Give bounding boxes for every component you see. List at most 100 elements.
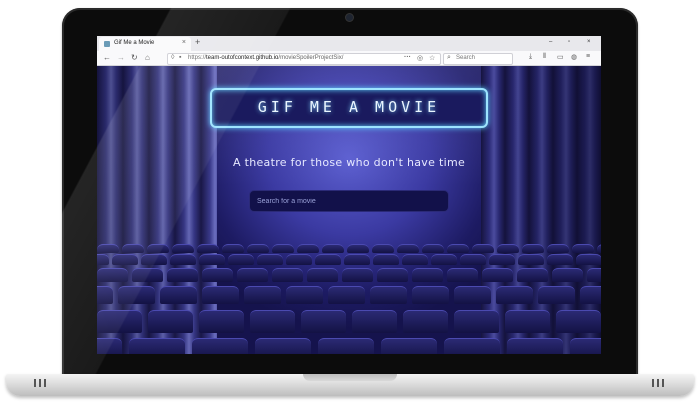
seat [140,254,167,265]
seat [227,254,254,265]
forward-icon[interactable]: → [117,53,125,62]
screen: Gif Me a Movie × + – ▫ × ← → ↻ ⌂ ◊ ▪ htt… [97,36,601,354]
shield-icon: ◊ [171,54,175,61]
bookmark-star-icon[interactable]: ☆ [429,54,435,62]
seat [122,244,144,253]
tab-close-icon[interactable]: × [182,39,186,46]
tab-bar: Gif Me a Movie × + – ▫ × [97,36,601,51]
search-icon: ⌕ [447,54,451,61]
seat [244,286,281,304]
url-text: https://team-outofcontext.github.io/movi… [188,55,344,61]
seat [412,268,443,282]
tagline: A theatre for those who don't have time [232,156,466,169]
download-icon[interactable]: ⤓ [529,53,532,61]
seat [111,254,138,265]
seat [522,244,544,253]
seat [297,244,319,253]
nav-bar: ← → ↻ ⌂ ◊ ▪ https://team-outofcontext.gi… [97,51,601,66]
seat [198,254,225,265]
movie-search-input[interactable] [249,190,449,212]
seat [191,338,248,354]
seat [197,244,219,253]
seat [202,268,233,282]
seat [380,338,437,354]
account-icon[interactable]: ◍ [571,53,577,61]
seat [447,244,469,253]
vent-right [652,379,654,387]
theatre-page: GIF ME A MOVIE A theatre for those who d… [97,66,601,354]
seat [254,338,311,354]
seat [247,244,269,253]
address-bar[interactable]: ◊ ▪ https://team-outofcontext.github.io/… [167,53,441,65]
seat [285,254,312,265]
vent-left [39,379,41,387]
seat [454,286,491,304]
library-icon[interactable]: ⫴ [543,53,546,61]
reload-icon[interactable]: ↻ [131,53,138,62]
seat [401,254,428,265]
seat [459,254,486,265]
webcam-icon [346,14,353,21]
seat [328,286,365,304]
sidebar-icon[interactable]: ▭ [557,53,564,61]
seat [454,310,499,333]
lid-notch [303,374,397,381]
seat [597,244,601,253]
seat [148,310,193,333]
seat [167,268,198,282]
seat [97,310,142,333]
vent-left [44,379,46,387]
seat [301,310,346,333]
seat [118,286,155,304]
seat [377,268,408,282]
seat [160,286,197,304]
seat [447,268,478,282]
seat [97,338,122,354]
seat [169,254,196,265]
vent-right [657,379,659,387]
maximize-button[interactable]: ▫ [568,39,570,45]
seat [472,244,494,253]
menu-icon[interactable]: ≡ [586,53,590,60]
seat [272,244,294,253]
seat [237,268,268,282]
seat [517,254,544,265]
favicon-icon [104,41,110,47]
vent-right [662,379,664,387]
seat [322,244,344,253]
seat [128,338,185,354]
seat [538,286,575,304]
seat [342,268,373,282]
seat [412,286,449,304]
search-bar[interactable]: ⌕ Search [443,53,513,65]
browser-tab[interactable]: Gif Me a Movie × [99,37,191,51]
seat [506,338,563,354]
seat [556,310,601,333]
site-logo: GIF ME A MOVIE [210,88,488,128]
seat [222,244,244,253]
new-tab-button[interactable]: + [195,37,200,47]
home-icon[interactable]: ⌂ [145,53,150,62]
pocket-icon[interactable]: ◎ [417,54,423,62]
seat [497,244,519,253]
seat [132,268,163,282]
seat [286,286,323,304]
seat [546,254,573,265]
seat [97,244,119,253]
back-icon[interactable]: ← [103,53,111,62]
seat [347,244,369,253]
theatre-seats [97,244,601,354]
more-actions-icon[interactable]: ··· [404,54,411,61]
seat [97,286,113,304]
seat [314,254,341,265]
seat [317,338,374,354]
seat [547,244,569,253]
seat [372,244,394,253]
window-close-button[interactable]: × [587,39,591,45]
minimize-button[interactable]: – [549,39,552,45]
logo-text: GIF ME A MOVIE [257,98,441,116]
seat [352,310,397,333]
seat [488,254,515,265]
seat [552,268,583,282]
seat [307,268,338,282]
